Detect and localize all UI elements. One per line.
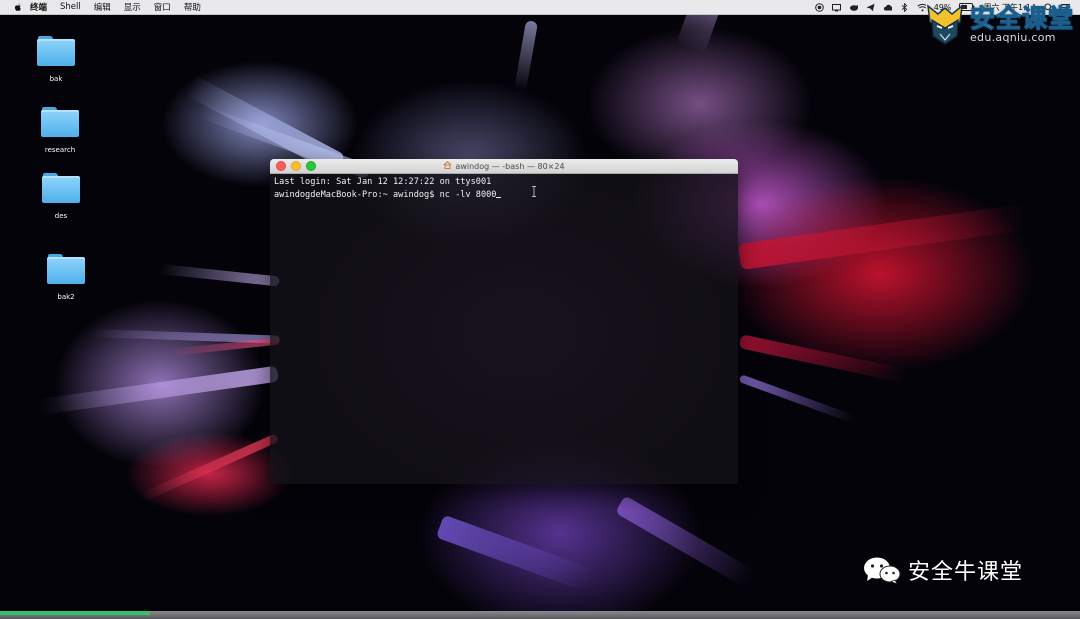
folder-icon xyxy=(41,107,79,137)
desktop-folder-research[interactable]: research xyxy=(28,107,92,154)
folder-icon xyxy=(42,173,80,203)
desktop-folder-bak[interactable]: bak xyxy=(24,36,88,83)
menu-view[interactable]: 显示 xyxy=(124,1,141,13)
sheep-icon[interactable] xyxy=(849,3,858,12)
terminal-window[interactable]: awindog — -bash — 80×24 Last login: Sat … xyxy=(270,159,738,484)
watermark-bottom: 安全牛课堂 xyxy=(862,554,1023,586)
wallpaper-streak xyxy=(738,374,855,423)
menu-bar: 终端 Shell 编辑 显示 窗口 帮助 49% 周六 下午1:14 xyxy=(0,0,1080,15)
terminal-title-text: awindog — -bash — 80×24 xyxy=(455,161,565,171)
menu-window[interactable]: 窗口 xyxy=(154,1,171,13)
desktop-folder-label: bak2 xyxy=(57,293,75,301)
wallpaper-streak xyxy=(514,20,539,92)
wallpaper-streak xyxy=(38,365,279,415)
terminal-line: Last login: Sat Jan 12 12:27:22 on ttys0… xyxy=(274,177,492,187)
folder-icon xyxy=(37,36,75,66)
cloud-icon[interactable] xyxy=(883,3,892,12)
bluetooth-icon[interactable] xyxy=(900,2,909,12)
wallpaper-streak xyxy=(435,514,595,592)
folder-icon xyxy=(47,254,85,284)
terminal-line-prompt: awindogdeMacBook-Pro:~ awindog$ nc -lv 8… xyxy=(274,188,734,201)
terminal-titlebar[interactable]: awindog — -bash — 80×24 xyxy=(270,159,738,174)
watermark-url: edu.aqniu.com xyxy=(969,30,1056,44)
terminal-output[interactable]: Last login: Sat Jan 12 12:27:22 on ttys0… xyxy=(270,174,738,204)
apple-menu-icon[interactable] xyxy=(14,2,22,12)
desktop-folder-label: des xyxy=(54,212,68,220)
menu-help[interactable]: 帮助 xyxy=(184,1,201,13)
watermark-title: 安全课堂 xyxy=(969,3,1074,33)
wallpaper-streak xyxy=(159,264,280,287)
menu-shell[interactable]: Shell xyxy=(60,2,81,12)
menu-edit[interactable]: 编辑 xyxy=(94,1,111,13)
menu-terminal[interactable]: 终端 xyxy=(30,1,47,13)
home-folder-icon xyxy=(443,161,452,171)
send-icon[interactable] xyxy=(866,3,875,12)
desktop-folder-label: bak xyxy=(49,75,63,83)
wallpaper-streak xyxy=(615,495,755,588)
wallpaper-streak xyxy=(738,203,1029,270)
watermark-name: 安全牛课堂 xyxy=(908,560,1024,585)
wallpaper-streak xyxy=(138,433,279,503)
wallpaper-streak xyxy=(738,334,908,384)
desktop-folder-bak2[interactable]: bak2 xyxy=(34,254,98,301)
watermark-top: 安全课堂 edu.aqniu.com xyxy=(924,2,1074,46)
desktop-folder-des[interactable]: des xyxy=(29,173,93,220)
ibeam-cursor-icon xyxy=(532,186,536,197)
terminal-title: awindog — -bash — 80×24 xyxy=(270,159,738,173)
record-icon[interactable] xyxy=(814,2,824,12)
desktop-folder-label: research xyxy=(44,146,76,154)
knight-helmet-icon xyxy=(927,4,963,45)
terminal-command: awindogdeMacBook-Pro:~ awindog$ nc -lv 8… xyxy=(274,190,497,200)
wallpaper-streak xyxy=(675,14,729,55)
progress-highlight xyxy=(0,611,150,615)
wechat-icon xyxy=(864,557,901,585)
screen-icon[interactable] xyxy=(831,3,841,12)
bottom-strip xyxy=(0,611,1080,619)
text-cursor xyxy=(496,188,502,198)
